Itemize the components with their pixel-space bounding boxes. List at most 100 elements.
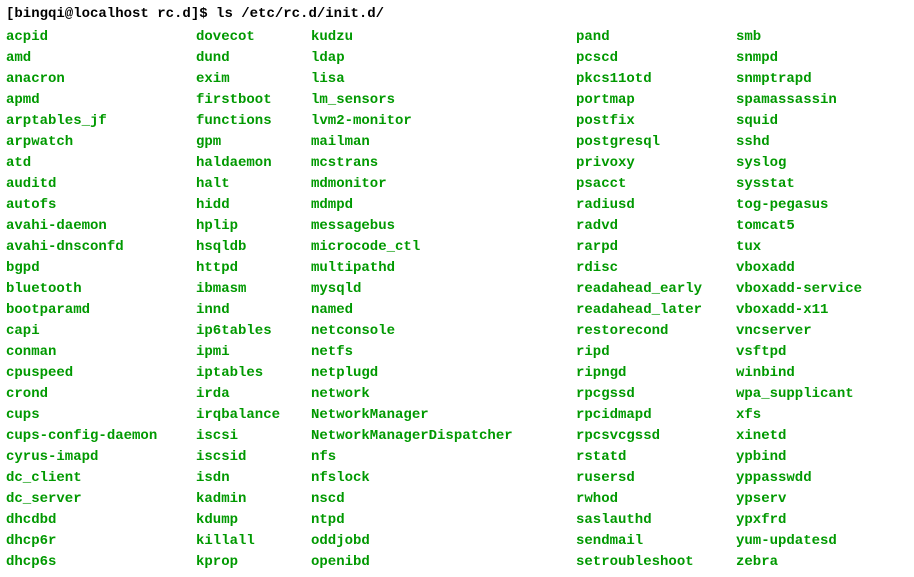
file-entry: yum-updatesd: [736, 531, 862, 552]
file-entry: rwhod: [576, 489, 724, 510]
file-entry: kdump: [196, 510, 299, 531]
file-entry: mysqld: [311, 279, 564, 300]
file-entry: mcstrans: [311, 153, 564, 174]
file-entry: dund: [196, 48, 299, 69]
command-text: ls /etc/rc.d/init.d/: [216, 6, 384, 22]
file-entry: ypserv: [736, 489, 862, 510]
file-entry: irda: [196, 384, 299, 405]
file-entry: killall: [196, 531, 299, 552]
file-entry: portmap: [576, 90, 724, 111]
file-entry: messagebus: [311, 216, 564, 237]
output-column-2: dovecotdundeximfirstbootfunctionsgpmhald…: [196, 27, 311, 573]
file-entry: apmd: [6, 90, 184, 111]
file-entry: dhcp6r: [6, 531, 184, 552]
file-entry: ipmi: [196, 342, 299, 363]
file-entry: capi: [6, 321, 184, 342]
file-entry: amd: [6, 48, 184, 69]
file-entry: spamassassin: [736, 90, 862, 111]
file-entry: sendmail: [576, 531, 724, 552]
file-entry: isdn: [196, 468, 299, 489]
file-entry: lvm2-monitor: [311, 111, 564, 132]
file-entry: syslog: [736, 153, 862, 174]
file-entry: conman: [6, 342, 184, 363]
file-entry: pkcs11otd: [576, 69, 724, 90]
file-entry: functions: [196, 111, 299, 132]
file-entry: arptables_jf: [6, 111, 184, 132]
file-entry: vboxadd-x11: [736, 300, 862, 321]
file-entry: named: [311, 300, 564, 321]
file-entry: radvd: [576, 216, 724, 237]
file-entry: pand: [576, 27, 724, 48]
file-entry: saslauthd: [576, 510, 724, 531]
file-entry: atd: [6, 153, 184, 174]
file-entry: auditd: [6, 174, 184, 195]
file-entry: cyrus-imapd: [6, 447, 184, 468]
file-entry: hplip: [196, 216, 299, 237]
file-entry: cups-config-daemon: [6, 426, 184, 447]
file-entry: autofs: [6, 195, 184, 216]
file-entry: postfix: [576, 111, 724, 132]
file-entry: microcode_ctl: [311, 237, 564, 258]
file-entry: oddjobd: [311, 531, 564, 552]
file-entry: dc_client: [6, 468, 184, 489]
file-entry: hsqldb: [196, 237, 299, 258]
file-entry: radiusd: [576, 195, 724, 216]
file-entry: halt: [196, 174, 299, 195]
file-entry: anacron: [6, 69, 184, 90]
file-entry: snmptrapd: [736, 69, 862, 90]
file-entry: kprop: [196, 552, 299, 573]
file-entry: iscsid: [196, 447, 299, 468]
file-entry: ripngd: [576, 363, 724, 384]
file-entry: winbind: [736, 363, 862, 384]
file-entry: NetworkManager: [311, 405, 564, 426]
file-entry: innd: [196, 300, 299, 321]
file-entry: psacct: [576, 174, 724, 195]
file-entry: yppasswdd: [736, 468, 862, 489]
file-entry: iptables: [196, 363, 299, 384]
file-entry: ldap: [311, 48, 564, 69]
file-entry: irqbalance: [196, 405, 299, 426]
output-column-1: acpidamdanacronapmdarptables_jfarpwatcha…: [6, 27, 196, 573]
file-entry: rpcidmapd: [576, 405, 724, 426]
file-entry: lm_sensors: [311, 90, 564, 111]
file-entry: vboxadd: [736, 258, 862, 279]
file-entry: iscsi: [196, 426, 299, 447]
file-entry: nfs: [311, 447, 564, 468]
file-entry: avahi-daemon: [6, 216, 184, 237]
file-entry: dovecot: [196, 27, 299, 48]
file-entry: acpid: [6, 27, 184, 48]
file-entry: setroubleshoot: [576, 552, 724, 573]
file-entry: nscd: [311, 489, 564, 510]
file-entry: gpm: [196, 132, 299, 153]
file-entry: ibmasm: [196, 279, 299, 300]
file-entry: tux: [736, 237, 862, 258]
file-entry: httpd: [196, 258, 299, 279]
file-entry: snmpd: [736, 48, 862, 69]
file-entry: rstatd: [576, 447, 724, 468]
file-entry: wpa_supplicant: [736, 384, 862, 405]
file-entry: netconsole: [311, 321, 564, 342]
output-column-4: pandpcscdpkcs11otdportmappostfixpostgres…: [576, 27, 736, 573]
file-entry: readahead_early: [576, 279, 724, 300]
file-entry: exim: [196, 69, 299, 90]
file-entry: zebra: [736, 552, 862, 573]
file-entry: nfslock: [311, 468, 564, 489]
file-entry: cpuspeed: [6, 363, 184, 384]
file-entry: ypbind: [736, 447, 862, 468]
file-entry: mdmpd: [311, 195, 564, 216]
file-entry: xfs: [736, 405, 862, 426]
file-entry: rusersd: [576, 468, 724, 489]
file-entry: ntpd: [311, 510, 564, 531]
file-entry: ip6tables: [196, 321, 299, 342]
file-entry: arpwatch: [6, 132, 184, 153]
file-entry: ypxfrd: [736, 510, 862, 531]
file-entry: openibd: [311, 552, 564, 573]
file-entry: dc_server: [6, 489, 184, 510]
file-entry: rpcsvcgssd: [576, 426, 724, 447]
file-entry: dhcp6s: [6, 552, 184, 573]
file-entry: network: [311, 384, 564, 405]
file-entry: dhcdbd: [6, 510, 184, 531]
file-entry: mailman: [311, 132, 564, 153]
file-entry: rpcgssd: [576, 384, 724, 405]
file-entry: ripd: [576, 342, 724, 363]
